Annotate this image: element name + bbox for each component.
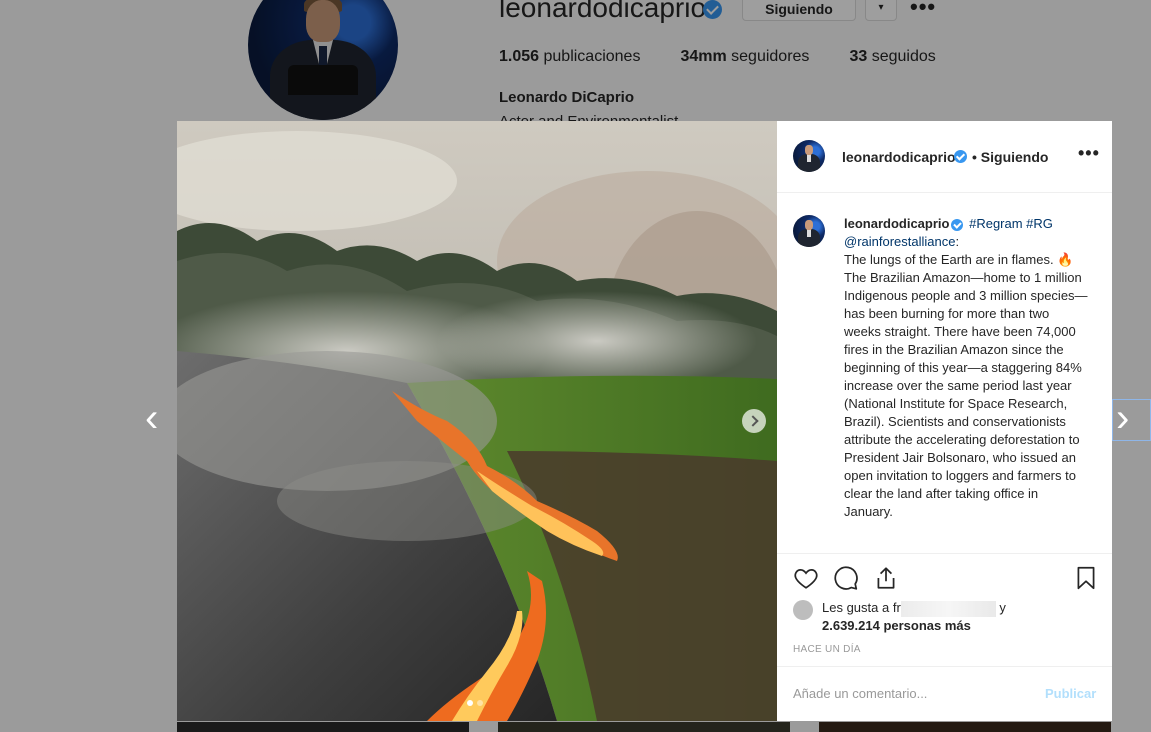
liker-name[interactable]: fr: [893, 600, 901, 615]
post-author-avatar[interactable]: [793, 140, 825, 172]
caption-text-block: leonardodicaprio #Regram #RG @rainforest…: [844, 215, 1089, 521]
burning-forest-image: [177, 121, 777, 721]
caption-mention[interactable]: @rainforestalliance: [844, 234, 955, 249]
likes-prefix: Les gusta a: [822, 600, 890, 615]
post-timestamp[interactable]: HACE UN DÍA: [793, 644, 861, 655]
comment-bar: Añade un comentario... Publicar: [777, 666, 1112, 721]
previous-post-arrow-icon[interactable]: ‹: [145, 396, 158, 441]
liker-avatar[interactable]: [793, 600, 813, 620]
post-author-username[interactable]: leonardodicaprio: [842, 149, 956, 165]
post-caption: leonardodicaprio #Regram #RG @rainforest…: [777, 193, 1112, 553]
carousel-dot: [477, 700, 483, 706]
blurred-name: [900, 600, 996, 617]
carousel-next-icon[interactable]: [742, 409, 766, 433]
post-detail-panel: leonardodicaprio • Siguiendo ••• leonard…: [777, 121, 1112, 721]
comment-input[interactable]: Añade un comentario...: [793, 686, 927, 701]
share-icon[interactable]: [873, 565, 899, 591]
carousel-indicator: [467, 700, 483, 706]
caption-colon: :: [955, 234, 960, 249]
caption-author-avatar[interactable]: [793, 215, 825, 247]
likes-count[interactable]: 2.639.214 personas más: [822, 617, 971, 635]
follow-status[interactable]: • Siguiendo: [972, 149, 1048, 165]
carousel-dot: [467, 700, 473, 706]
verified-badge-icon: [954, 150, 967, 163]
caption-username[interactable]: leonardodicaprio: [844, 216, 949, 231]
post-photo[interactable]: [177, 121, 777, 721]
next-post-arrow-icon[interactable]: ›: [1116, 396, 1129, 441]
caption-hashtags[interactable]: #Regram #RG: [969, 216, 1053, 231]
publish-button[interactable]: Publicar: [1045, 686, 1096, 701]
caption-body: The lungs of the Earth are in flames. 🔥 …: [844, 252, 1088, 519]
likes-suffix: y: [999, 600, 1006, 615]
comment-icon[interactable]: [833, 565, 859, 591]
heart-icon[interactable]: [793, 565, 819, 591]
bookmark-icon[interactable]: [1073, 565, 1099, 591]
verified-badge-icon: [951, 218, 964, 231]
post-header: leonardodicaprio • Siguiendo •••: [777, 121, 1112, 193]
more-options-icon[interactable]: •••: [1078, 143, 1100, 164]
